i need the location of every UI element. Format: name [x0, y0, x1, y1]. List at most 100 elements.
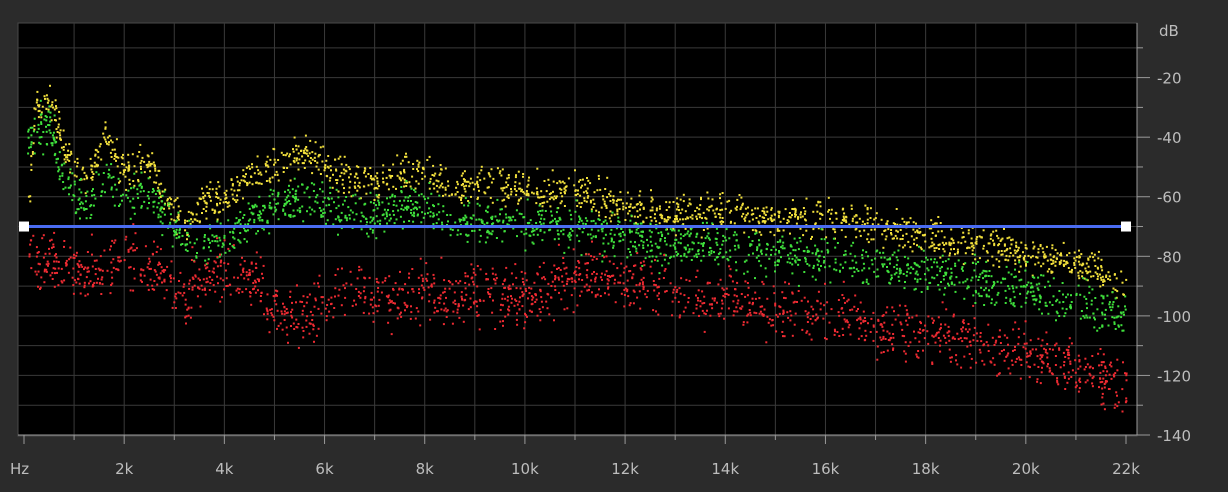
- series-2-point: [69, 168, 72, 171]
- series-2-point: [1038, 301, 1041, 304]
- series-2-point: [275, 202, 278, 205]
- series-2-point: [447, 220, 449, 223]
- series-2-point: [774, 264, 777, 267]
- series-2-point: [239, 211, 242, 214]
- series-3-point: [949, 360, 952, 363]
- series-3-point: [631, 277, 634, 280]
- series-1-point: [830, 212, 833, 215]
- series-3-point: [359, 292, 362, 295]
- series-1-point: [264, 162, 267, 165]
- series-3-point: [311, 319, 314, 321]
- series-2-point: [1104, 317, 1107, 320]
- series-1-point: [985, 250, 988, 253]
- series-3-point: [1103, 383, 1106, 385]
- series-1-point: [498, 172, 501, 175]
- series-3-point: [198, 268, 201, 271]
- series-1-point: [605, 207, 608, 209]
- series-2-point: [568, 233, 571, 236]
- series-1-point: [991, 255, 994, 258]
- series-2-point: [1082, 277, 1085, 280]
- series-3-point: [1086, 363, 1089, 366]
- series-2-point: [714, 258, 717, 261]
- series-3-point: [476, 265, 479, 267]
- series-1-point: [894, 223, 896, 225]
- series-1-point: [295, 159, 298, 162]
- series-2-point: [1024, 301, 1027, 304]
- series-2-point: [49, 131, 52, 134]
- series-2-point: [286, 200, 289, 203]
- series-1-point: [463, 170, 466, 173]
- series-2-point: [947, 258, 950, 261]
- series-3-point: [566, 307, 569, 310]
- series-3-point: [302, 295, 305, 298]
- series-3-point: [1023, 342, 1026, 345]
- series-1-point: [1015, 241, 1018, 244]
- series-1-point: [401, 177, 404, 180]
- series-2-point: [697, 241, 700, 244]
- series-3-point: [454, 303, 457, 305]
- series-2-point: [1070, 306, 1072, 309]
- series-1-point: [277, 159, 280, 161]
- series-1-point: [311, 172, 314, 175]
- series-1-point: [774, 213, 776, 216]
- series-3-point: [504, 297, 507, 300]
- series-2-point: [243, 238, 246, 241]
- series-3-point: [474, 273, 477, 276]
- series-1-point: [1032, 247, 1035, 250]
- series-1-point: [895, 208, 898, 210]
- series-3-point: [260, 291, 263, 294]
- series-3-point: [55, 256, 58, 259]
- series-3-point: [561, 275, 564, 278]
- series-2-point: [325, 204, 328, 207]
- series-1-point: [297, 145, 300, 148]
- series-3-point: [679, 292, 682, 295]
- series-2-point: [254, 203, 257, 206]
- series-3-point: [110, 245, 112, 248]
- series-1-point: [850, 204, 853, 207]
- series-3-point: [101, 269, 104, 272]
- series-3-point: [1025, 342, 1028, 345]
- series-1-point: [815, 204, 818, 207]
- series-3-point: [642, 276, 645, 279]
- series-1-point: [318, 153, 321, 156]
- series-2-point: [27, 152, 30, 155]
- series-2-point: [672, 244, 675, 247]
- series-3-point: [1037, 337, 1040, 340]
- series-1-point: [1019, 265, 1022, 268]
- series-3-point: [505, 266, 508, 269]
- series-3-point: [919, 328, 921, 331]
- series-1-point: [205, 217, 208, 220]
- series-2-point: [39, 142, 42, 145]
- series-1-point: [592, 206, 595, 208]
- series-2-point: [260, 212, 263, 215]
- series-3-point: [849, 309, 852, 312]
- series-1-point: [32, 142, 35, 145]
- series-3-point: [927, 342, 930, 345]
- series-2-point: [665, 243, 668, 246]
- series-1-point: [273, 148, 276, 151]
- series-1-point: [216, 202, 218, 205]
- series-3-point: [728, 265, 731, 268]
- series-2-point: [363, 203, 366, 206]
- series-2-point: [412, 220, 415, 223]
- series-1-point: [563, 190, 566, 193]
- series-2-point: [110, 163, 113, 166]
- series-3-point: [751, 297, 754, 300]
- series-1-point: [517, 202, 520, 205]
- series-1-point: [1015, 246, 1018, 248]
- series-3-point: [892, 336, 895, 339]
- series-1-point: [336, 179, 339, 182]
- series-2-point: [1107, 324, 1110, 327]
- series-1-point: [651, 209, 654, 212]
- series-3-point: [57, 260, 60, 263]
- series-1-point: [308, 160, 311, 163]
- series-3-point: [697, 289, 700, 292]
- series-2-point: [420, 193, 423, 196]
- series-1-point: [217, 196, 220, 199]
- series-2-point: [48, 129, 51, 132]
- series-2-point: [287, 189, 290, 192]
- series-3-point: [1013, 349, 1016, 351]
- series-1-point: [319, 173, 322, 175]
- series-3-point: [1116, 358, 1119, 361]
- series-1-point: [476, 176, 479, 179]
